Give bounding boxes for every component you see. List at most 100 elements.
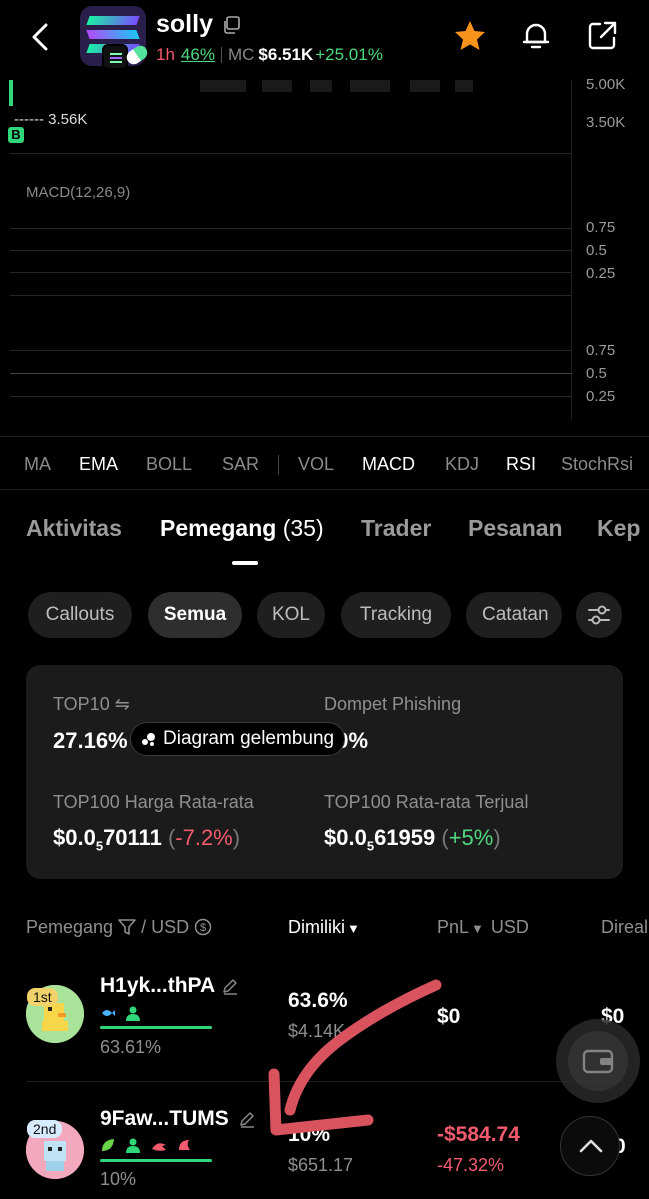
phishing-label: Dompet Phishing bbox=[324, 694, 462, 714]
share-icon[interactable] bbox=[584, 18, 620, 54]
tab-pesanan[interactable]: Pesanan bbox=[468, 515, 563, 542]
macd-label: MACD(12,26,9) bbox=[26, 184, 131, 201]
wallet-tags bbox=[100, 1137, 197, 1155]
avg-sold-value: $0.0561959 (+5%) bbox=[324, 825, 501, 854]
col-pnl-usd-label: USD bbox=[490, 917, 529, 937]
chip-tracking[interactable]: Tracking bbox=[341, 592, 451, 638]
top10-label[interactable]: TOP10 ⇋ bbox=[53, 694, 130, 715]
user-tag-icon bbox=[125, 1137, 141, 1153]
bubble-icon bbox=[142, 733, 155, 746]
avg-price-rest: 70111 bbox=[103, 825, 162, 850]
indicator-stochrsi[interactable]: StochRsi bbox=[561, 454, 633, 475]
col-holder-header[interactable]: Pemegang / USD $ bbox=[26, 917, 212, 938]
tab-kep[interactable]: Kep bbox=[597, 515, 640, 542]
holding-bar bbox=[100, 1159, 212, 1162]
filter-funnel-icon[interactable] bbox=[118, 919, 136, 935]
col-holder-label: Pemegang bbox=[26, 917, 114, 937]
owned-pct: 63.6% bbox=[288, 989, 348, 1012]
token-name: solly bbox=[156, 10, 213, 38]
avg-price-value: $0.0570111 (-7.2%) bbox=[53, 825, 241, 854]
bubble-diagram-button[interactable]: Diagram gelembung bbox=[130, 722, 346, 756]
rank-badge: 2nd bbox=[27, 1120, 63, 1138]
wallet-tags bbox=[100, 1005, 146, 1023]
holder-address[interactable]: 9Faw...TUMS bbox=[100, 1107, 229, 1131]
macd-tick: 0.5 bbox=[586, 242, 607, 259]
col-owned-label: Dimiliki bbox=[288, 917, 345, 937]
avg-price-label: TOP100 Harga Rata-rata bbox=[53, 792, 254, 812]
price-marker: ------ 3.56K bbox=[14, 111, 88, 128]
pnl-value: $0 bbox=[437, 1005, 461, 1028]
indicator-vol[interactable]: VOL bbox=[298, 454, 334, 475]
col-pnl-header[interactable]: PnL ▼ USD bbox=[437, 917, 529, 938]
header: solly 1h 46% MC $6.51K +25.01% bbox=[0, 0, 649, 80]
indicator-bar: MA EMA BOLL SAR VOL MACD KDJ RSI StochRs… bbox=[0, 436, 649, 490]
faded-candle bbox=[310, 80, 332, 92]
rsi-tick: 0.5 bbox=[586, 365, 607, 382]
indicator-sar[interactable]: SAR bbox=[222, 454, 259, 475]
sort-desc-icon: ▼ bbox=[347, 921, 360, 936]
indicator-ma[interactable]: MA bbox=[24, 454, 51, 475]
macd-tick: 0.75 bbox=[586, 219, 616, 236]
rsi-tick: 0.75 bbox=[586, 342, 616, 359]
avg-sold-sub: 5 bbox=[366, 838, 375, 854]
notification-bell-icon[interactable] bbox=[518, 18, 554, 54]
faded-candle bbox=[455, 80, 473, 92]
edit-icon[interactable] bbox=[238, 1110, 256, 1128]
col-realized-header[interactable]: Direal bbox=[601, 917, 648, 938]
user-tag-icon bbox=[125, 1005, 141, 1021]
col-pnl-label: PnL bbox=[437, 917, 470, 937]
top10-value: 27.16% bbox=[53, 728, 128, 753]
indicator-boll[interactable]: BOLL bbox=[146, 454, 192, 475]
edit-icon[interactable] bbox=[221, 977, 239, 995]
owned-usd: $4.14K bbox=[288, 1021, 346, 1041]
macd-tick: 0.25 bbox=[586, 265, 616, 282]
tab-aktivitas[interactable]: Aktivitas bbox=[26, 515, 122, 542]
timeframe-label: 1h bbox=[156, 44, 175, 64]
rank-badge: 1st bbox=[27, 988, 58, 1006]
tab-trader[interactable]: Trader bbox=[361, 515, 431, 542]
avg-sold-rest: 61959 bbox=[374, 825, 436, 850]
avg-sold-change: +5% bbox=[448, 825, 494, 850]
back-arrow-icon[interactable] bbox=[26, 20, 54, 54]
avg-price-sub: 5 bbox=[95, 838, 104, 854]
copy-icon[interactable] bbox=[222, 16, 240, 34]
owned-pct: 10% bbox=[288, 1123, 331, 1146]
leaf-tag-icon bbox=[100, 1137, 116, 1153]
chip-semua[interactable]: Semua bbox=[148, 592, 242, 638]
chip-kol[interactable]: KOL bbox=[257, 592, 325, 638]
tab-pemegang[interactable]: Pemegang (35) bbox=[160, 515, 324, 542]
currency-toggle-icon[interactable]: $ bbox=[194, 918, 212, 936]
indicator-rsi[interactable]: RSI bbox=[506, 454, 536, 475]
solana-chain-icon bbox=[102, 44, 128, 70]
indicator-kdj[interactable]: KDJ bbox=[445, 454, 479, 475]
indicator-macd[interactable]: MACD bbox=[362, 454, 415, 475]
faded-candle bbox=[350, 80, 390, 92]
timeframe-pct-link[interactable]: 46% bbox=[181, 45, 215, 65]
wallet-fab[interactable] bbox=[556, 1019, 640, 1103]
col-owned-header[interactable]: Dimiliki ▼ bbox=[288, 917, 360, 938]
chip-catatan[interactable]: Catatan bbox=[466, 592, 562, 638]
pnl-pct: -47.32% bbox=[437, 1155, 505, 1175]
tab-pemegang-count: (35) bbox=[282, 515, 324, 541]
wallet-icon bbox=[582, 1049, 614, 1074]
holder-address[interactable]: H1yk...thPA bbox=[100, 974, 215, 998]
mc-label: MC bbox=[227, 44, 255, 64]
shark-tag-icon bbox=[151, 1137, 167, 1153]
owned-usd: $651.17 bbox=[288, 1155, 354, 1175]
token-meta: 1h 46% MC $6.51K +25.01% bbox=[156, 44, 383, 65]
star-icon[interactable] bbox=[452, 18, 488, 54]
holding-bar bbox=[100, 1026, 212, 1029]
buy-marker: B bbox=[8, 127, 24, 143]
indicator-ema[interactable]: EMA bbox=[79, 454, 118, 475]
scroll-to-top-button[interactable] bbox=[560, 1116, 620, 1176]
holder-pct: 63.61% bbox=[100, 1037, 162, 1057]
faded-candle bbox=[200, 80, 246, 92]
mc-value: $6.51K bbox=[258, 44, 314, 64]
price-chart[interactable]: 5.00K 3.50K ------ 3.56K B MACD(12,26,9)… bbox=[0, 76, 649, 436]
active-tab-indicator bbox=[232, 561, 258, 565]
filter-settings-icon[interactable] bbox=[576, 592, 622, 638]
chip-callouts[interactable]: Callouts bbox=[28, 592, 132, 638]
rsi-tick: 0.25 bbox=[586, 388, 616, 405]
avg-sold-label: TOP100 Rata-rata Terjual bbox=[324, 792, 529, 812]
y-tick: 5.00K bbox=[586, 76, 626, 93]
